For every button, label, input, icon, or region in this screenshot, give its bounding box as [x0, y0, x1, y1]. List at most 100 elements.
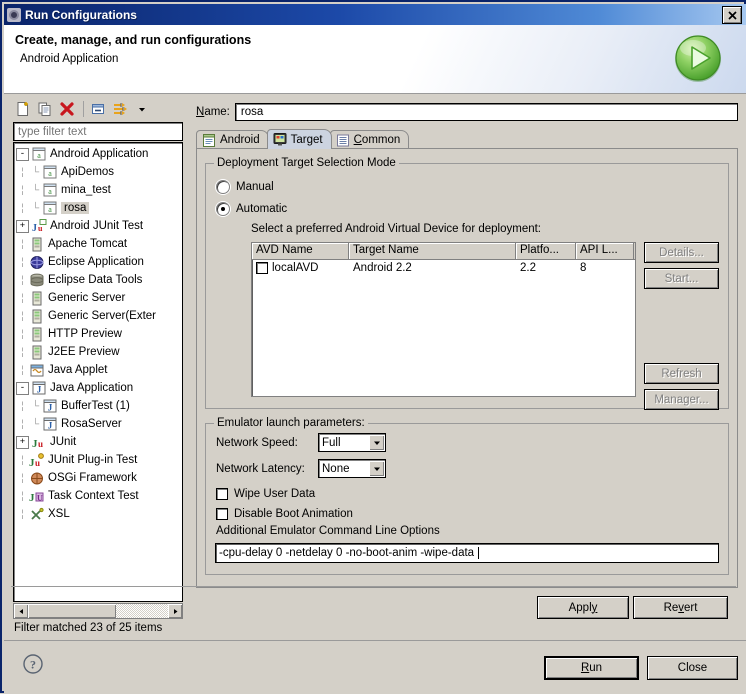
disable-boot-animation-checkbox[interactable]	[216, 508, 228, 520]
tree-item-rosa[interactable]: ¦ └ a rosa	[14, 199, 182, 217]
network-latency-select[interactable]: None	[318, 459, 386, 478]
filter-arrows-icon[interactable]	[110, 99, 130, 119]
chevron-down-icon[interactable]	[369, 461, 384, 476]
apply-button[interactable]: Apply	[537, 596, 629, 619]
avd-row-checkbox[interactable]	[256, 262, 268, 274]
name-field[interactable]	[238, 104, 737, 120]
radio-manual[interactable]: Manual	[216, 178, 274, 196]
manager-button[interactable]: Manager...	[644, 389, 719, 410]
configurations-panel: -aAndroid Application¦└aApiDemos¦└amina_…	[13, 96, 191, 638]
tab-android[interactable]: Android	[196, 130, 269, 149]
tree-item-eclipse-application[interactable]: ¦ Eclipse Application	[14, 253, 182, 271]
tree-guide: ¦	[21, 328, 24, 340]
tree-guide: ¦	[21, 256, 24, 268]
server-icon	[29, 327, 45, 342]
chevron-down-icon[interactable]	[369, 435, 384, 450]
checkbox-disable-boot-animation[interactable]: Disable Boot Animation	[216, 505, 353, 523]
tree-item-label: Android Application	[50, 148, 149, 160]
revert-button[interactable]: Revert	[633, 596, 728, 619]
copy-document-icon[interactable]	[35, 99, 55, 119]
name-field-wrap[interactable]	[234, 103, 738, 121]
collapse-toggle-icon[interactable]: -	[16, 381, 29, 395]
page-subtitle: Android Application	[20, 53, 119, 65]
column-header-target-name[interactable]: Target Name	[349, 243, 516, 259]
expand-toggle-icon[interactable]: +	[16, 435, 29, 449]
scrollbar-thumb[interactable]	[28, 604, 116, 618]
tree-guide: ¦	[21, 292, 24, 304]
tree-item-junit-plug-in-test[interactable]: ¦ Ju JUnit Plug-in Test	[14, 451, 182, 469]
svg-text:a: a	[48, 205, 52, 214]
configurations-toolbar	[13, 96, 191, 122]
tree-item-rosaserver[interactable]: ¦ └ J RosaServer	[14, 415, 182, 433]
android-app-icon: a	[42, 183, 58, 198]
server-icon	[29, 291, 45, 306]
additional-options-value: -cpu-delay 0 -netdelay 0 -no-boot-anim -…	[219, 547, 475, 559]
details-button[interactable]: Details...	[644, 242, 719, 263]
tree-item-mina-test[interactable]: ¦ └ a mina_test	[14, 181, 182, 199]
close-icon[interactable]	[722, 6, 742, 24]
additional-options-field[interactable]: -cpu-delay 0 -netdelay 0 -no-boot-anim -…	[215, 543, 719, 563]
tab-common-label: Common	[353, 134, 401, 146]
tree-item-task-context-test[interactable]: ¦ J U Task Context Test	[14, 487, 182, 505]
run-button[interactable]: Run	[544, 656, 639, 680]
tree-item-osgi-framework[interactable]: ¦ OSGi Framework	[14, 469, 182, 487]
refresh-button[interactable]: Refresh	[644, 363, 719, 384]
tree-item-label: BufferTest (1)	[61, 400, 130, 412]
collapse-all-icon[interactable]	[88, 99, 108, 119]
tree-item-android-junit-test[interactable]: + Ju Android JUnit Test	[14, 217, 182, 235]
tree-item-xsl[interactable]: ¦ XSL	[14, 505, 182, 523]
svg-text:J: J	[37, 384, 42, 394]
search-input[interactable]	[16, 123, 182, 140]
expand-toggle-icon[interactable]: +	[16, 219, 29, 233]
tree-item-label: Task Context Test	[48, 490, 139, 502]
tree-guide: ¦	[21, 310, 24, 322]
content-divider	[11, 586, 736, 587]
tree-item-buffertest-1[interactable]: ¦ └ J BufferTest (1)	[14, 397, 182, 415]
page-title: Create, manage, and run configurations	[15, 33, 252, 47]
delete-red-x-icon[interactable]	[57, 99, 77, 119]
tree-guide: ¦	[21, 184, 24, 196]
avd-table[interactable]: AVD Name Target Name Platfo... API L... …	[251, 242, 636, 397]
run-button-label: Run	[580, 662, 603, 674]
configurations-tree[interactable]: - a Android Application ¦ └ a ApiDemos ¦ └ a mina_…	[13, 142, 183, 602]
filter-input-wrap[interactable]	[13, 122, 183, 141]
tree-item-android-application[interactable]: - a Android Application	[14, 145, 182, 163]
checkbox-wipe-user-data[interactable]: Wipe User Data	[216, 485, 315, 503]
tree-item-j2ee-preview[interactable]: ¦ J2EE Preview	[14, 343, 182, 361]
tree-item-java-applet[interactable]: ¦ Java Applet	[14, 361, 182, 379]
scroll-left-icon[interactable]	[14, 604, 28, 618]
java-app-icon: J	[42, 399, 58, 414]
tree-item-http-preview[interactable]: ¦ HTTP Preview	[14, 325, 182, 343]
tree-item-junit[interactable]: + Ju JUnit	[14, 433, 182, 451]
column-header-api-level[interactable]: API L...	[576, 243, 634, 259]
help-question-icon[interactable]: ?	[22, 653, 44, 675]
new-document-icon[interactable]	[13, 99, 33, 119]
column-header-platform[interactable]: Platfo...	[516, 243, 576, 259]
target-tab-body: Deployment Target Selection Mode Manual …	[196, 148, 738, 588]
tree-item-generic-server[interactable]: ¦ Generic Server	[14, 289, 182, 307]
svg-text:a: a	[48, 187, 52, 196]
radio-automatic[interactable]: Automatic	[216, 200, 287, 218]
tree-item-apidemos[interactable]: ¦ └ a ApiDemos	[14, 163, 182, 181]
tab-target[interactable]: Target	[266, 129, 332, 149]
tab-common[interactable]: Common	[329, 130, 410, 149]
scroll-right-icon[interactable]	[168, 604, 182, 618]
tree-horizontal-scrollbar[interactable]	[13, 603, 183, 619]
wipe-user-data-checkbox[interactable]	[216, 488, 228, 500]
tab-android-label: Android	[220, 134, 260, 146]
collapse-toggle-icon[interactable]: -	[16, 147, 29, 161]
network-speed-select[interactable]: Full	[318, 433, 386, 452]
column-header-avd-name[interactable]: AVD Name	[252, 243, 349, 259]
start-button[interactable]: Start...	[644, 268, 719, 289]
tree-item-java-application[interactable]: - J Java Application	[14, 379, 182, 397]
tree-item-generic-server-exter[interactable]: ¦ Generic Server(Exter	[14, 307, 182, 325]
tree-guide: ¦	[21, 274, 24, 286]
chevron-down-icon[interactable]	[132, 99, 152, 119]
tree-item-apache-tomcat[interactable]: ¦ Apache Tomcat	[14, 235, 182, 253]
tree-guide: ¦	[21, 400, 24, 412]
radio-automatic-indicator	[216, 202, 230, 216]
scrollbar-track[interactable]	[116, 604, 168, 618]
close-button[interactable]: Close	[647, 656, 738, 680]
tree-item-eclipse-data-tools[interactable]: ¦ Eclipse Data Tools	[14, 271, 182, 289]
table-row[interactable]: localAVD Android 2.2 2.2 8	[252, 260, 635, 276]
